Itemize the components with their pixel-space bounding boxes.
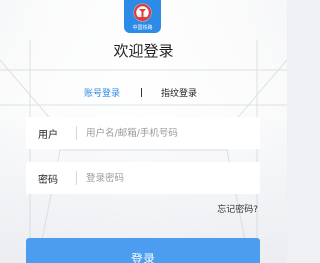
password-field[interactable]: 密码 — [26, 162, 260, 194]
china-railway-logo-icon: 中国铁路 — [124, 0, 161, 33]
login-button[interactable]: 登录 — [26, 238, 260, 263]
username-input[interactable] — [86, 123, 254, 143]
field-divider — [76, 126, 77, 140]
username-field[interactable]: 用户 — [26, 117, 260, 149]
login-tabs: 账号登录 指纹登录 — [0, 86, 287, 100]
tab-separator — [141, 88, 142, 97]
logo-text: 中国铁路 — [132, 25, 153, 31]
username-label: 用户 — [38, 130, 58, 141]
tab-fingerprint-login[interactable]: 指纹登录 — [161, 86, 197, 99]
forgot-password-link[interactable]: 忘记密码? — [217, 202, 258, 215]
password-label: 密码 — [38, 175, 58, 186]
field-divider — [76, 171, 77, 185]
tab-account-login[interactable]: 账号登录 — [84, 86, 120, 99]
page-title: 欢迎登录 — [113, 42, 174, 60]
password-input[interactable] — [86, 168, 254, 188]
